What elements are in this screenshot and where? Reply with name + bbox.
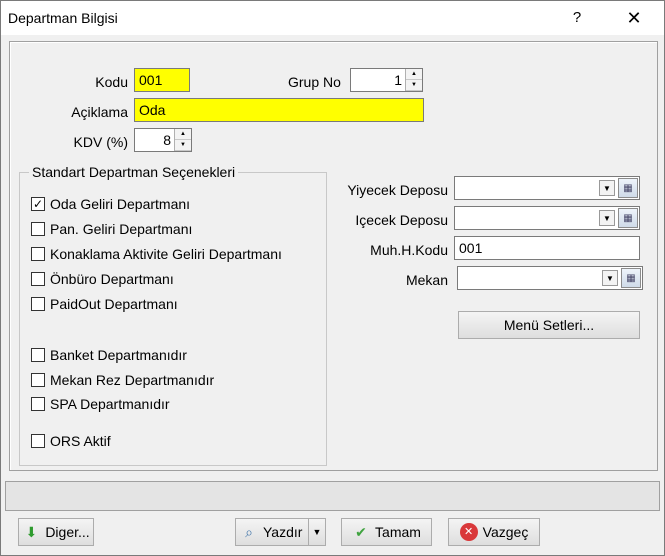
lookup-icon[interactable]: ▦	[621, 268, 641, 288]
checkbox-label: Oda Geliri Departmanı	[50, 196, 191, 212]
icecek-deposu-combo[interactable]: ▼ ▦	[454, 206, 640, 230]
checkbox-label: ORS Aktif	[50, 433, 111, 449]
checkbox-label: Mekan Rez Departmanıdır	[50, 372, 215, 388]
dialog-window: Departman Bilgisi ? ✕ Kodu 001 Grup No 1…	[0, 0, 665, 556]
tamam-button[interactable]: ✔ Tamam	[341, 518, 432, 546]
cancel-icon: ✕	[459, 523, 478, 541]
checkbox-ors-aktif[interactable]: ORS Aktif	[31, 433, 111, 449]
yazdir-label: Yazdır	[263, 524, 303, 540]
tamam-label: Tamam	[375, 524, 421, 540]
muh-kodu-input[interactable]: 001	[454, 236, 640, 260]
checkbox-label: PaidOut Departmanı	[50, 296, 178, 312]
spin-down-icon[interactable]: ▼	[406, 80, 422, 91]
mekan-combo[interactable]: ▼ ▦	[457, 266, 643, 290]
checkbox-box[interactable]: ✓	[31, 197, 45, 211]
spinner-arrows[interactable]: ▲ ▼	[174, 129, 191, 151]
kdv-label: KDV (%)	[73, 134, 128, 150]
aciklama-input[interactable]: Oda	[134, 98, 424, 122]
checkbox-box[interactable]	[31, 272, 45, 286]
arrow-down-icon: ⬇	[25, 524, 38, 540]
checkbox-box[interactable]	[31, 373, 45, 387]
yiyecek-deposu-combo[interactable]: ▼ ▦	[454, 176, 640, 200]
status-bar	[5, 481, 660, 511]
lookup-icon[interactable]: ▦	[618, 178, 638, 198]
kdv-spinner[interactable]: 8 ▲ ▼	[134, 128, 192, 152]
checkbox-spa[interactable]: SPA Departmanıdır	[31, 396, 170, 412]
yiyecek-deposu-label: Yiyecek Deposu	[347, 182, 448, 198]
grup-no-label: Grup No	[288, 74, 341, 90]
spin-up-icon[interactable]: ▲	[175, 129, 191, 140]
checkbox-konaklama[interactable]: Konaklama Aktivite Geliri Departmanı	[31, 246, 282, 262]
kodu-label: Kodu	[95, 74, 128, 90]
lookup-icon[interactable]: ▦	[618, 208, 638, 228]
vazgec-button[interactable]: ✕ Vazgeç	[448, 518, 540, 546]
spin-up-icon[interactable]: ▲	[406, 69, 422, 80]
checkbox-box[interactable]	[31, 247, 45, 261]
yazdir-button[interactable]: ⌕ Yazdır ▼	[235, 518, 326, 546]
checkbox-oda-geliri[interactable]: ✓ Oda Geliri Departmanı	[31, 196, 190, 212]
chevron-down-icon[interactable]: ▼	[599, 210, 615, 226]
mekan-label: Mekan	[405, 272, 448, 288]
checkbox-label: Pan. Geliri Departmanı	[50, 221, 193, 237]
checkbox-label: Önbüro Departmanı	[50, 271, 174, 287]
checkmark-icon: ✔	[355, 524, 367, 540]
grup-no-value: 1	[394, 72, 402, 88]
checkbox-box[interactable]	[31, 397, 45, 411]
chevron-down-icon[interactable]: ▼	[602, 270, 618, 286]
checkbox-box[interactable]	[31, 348, 45, 362]
checkbox-box[interactable]	[31, 434, 45, 448]
options-groupbox	[19, 172, 327, 466]
window-title: Departman Bilgisi	[8, 10, 118, 26]
diger-button[interactable]: ⬇ Diger...	[18, 518, 94, 546]
checkbox-label: Konaklama Aktivite Geliri Departmanı	[50, 246, 282, 262]
kdv-value: 8	[163, 132, 171, 148]
aciklama-label: Açiklama	[71, 104, 128, 120]
checkbox-paidout[interactable]: PaidOut Departmanı	[31, 296, 178, 312]
chevron-down-icon[interactable]: ▼	[308, 519, 325, 545]
kodu-input[interactable]: 001	[134, 68, 190, 92]
menu-setleri-button[interactable]: Menü Setleri...	[458, 311, 640, 339]
title-bar: Departman Bilgisi ? ✕	[1, 1, 664, 35]
diger-label: Diger...	[45, 524, 90, 540]
checkbox-onburo[interactable]: Önbüro Departmanı	[31, 271, 174, 287]
checkbox-box[interactable]	[31, 297, 45, 311]
close-button[interactable]: ✕	[616, 5, 652, 31]
options-groupbox-title: Standart Departman Seçenekleri	[29, 164, 239, 180]
muh-kodu-label: Muh.H.Kodu	[370, 242, 448, 258]
checkbox-label: Banket Departmanıdır	[50, 347, 187, 363]
spinner-arrows[interactable]: ▲ ▼	[405, 69, 422, 91]
grup-no-spinner[interactable]: 1 ▲ ▼	[350, 68, 423, 92]
checkbox-box[interactable]	[31, 222, 45, 236]
spin-down-icon[interactable]: ▼	[175, 140, 191, 151]
print-preview-icon: ⌕	[245, 524, 253, 540]
checkbox-banket[interactable]: Banket Departmanıdır	[31, 347, 187, 363]
checkbox-label: SPA Departmanıdır	[50, 396, 170, 412]
checkbox-mekan-rez[interactable]: Mekan Rez Departmanıdır	[31, 372, 214, 388]
icecek-deposu-label: Içecek Deposu	[355, 212, 448, 228]
vazgec-label: Vazgeç	[482, 524, 529, 540]
chevron-down-icon[interactable]: ▼	[599, 180, 615, 196]
help-button[interactable]: ?	[562, 5, 592, 31]
checkbox-pan-geliri[interactable]: Pan. Geliri Departmanı	[31, 221, 192, 237]
